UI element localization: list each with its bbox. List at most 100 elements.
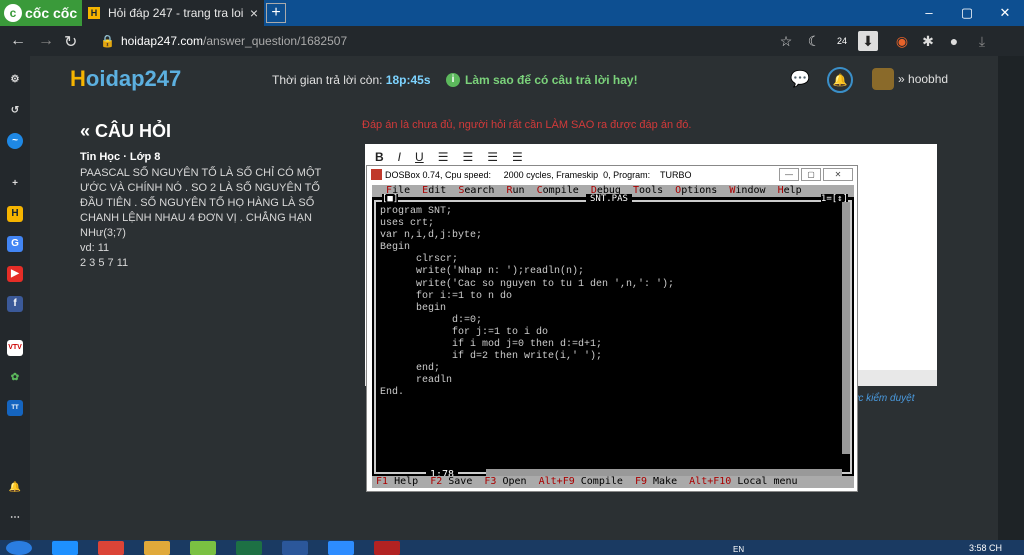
start-button[interactable] (6, 541, 32, 555)
tab-close-icon[interactable]: × (250, 5, 258, 21)
question-heading[interactable]: « CÂU HỎI (80, 121, 171, 142)
code-line[interactable]: clrscr; (380, 254, 840, 266)
language-indicator[interactable]: EN (733, 545, 744, 554)
new-tab-button[interactable]: + (266, 3, 286, 23)
messenger-icon[interactable]: ~ (7, 133, 23, 149)
code-line[interactable]: program SNT; (380, 206, 840, 218)
system-clock[interactable]: 3:58 CH (969, 543, 1002, 553)
back-icon[interactable]: ← (10, 32, 26, 50)
code-line[interactable]: for i:=1 to n do (380, 291, 840, 303)
menu-window[interactable]: Window (729, 185, 765, 196)
facebook-icon[interactable]: f (7, 296, 23, 312)
menu-search[interactable]: Search (458, 185, 494, 196)
code-line[interactable]: readln (380, 375, 840, 387)
browser-tab[interactable]: H Hỏi đáp 247 - trang tra loi × (82, 0, 264, 26)
code-line[interactable]: for j:=1 to i do (380, 327, 840, 339)
youtube-icon[interactable]: ▶ (7, 266, 23, 282)
coccoc-menu-button[interactable]: c cốc cốc (0, 0, 82, 26)
editor-window[interactable]: [■] SNT.PAS 1=[↕] program SNT; uses crt; v… (374, 194, 852, 480)
align-center-button[interactable]: ☰ (462, 150, 473, 166)
coccoc-taskbar-icon[interactable] (190, 541, 216, 555)
status-shortcut[interactable]: Alt+F10 Local menu (689, 476, 797, 487)
extension-icon[interactable]: ◉ (892, 31, 912, 51)
reload-icon[interactable]: ↻ (64, 32, 77, 52)
minimize-icon[interactable]: – (910, 0, 948, 26)
code-line[interactable]: end; (380, 363, 840, 375)
window-close-box[interactable]: [■] (382, 194, 399, 204)
dosbox-titlebar[interactable]: DOSBox 0.74, Cpu speed: 2000 cycles, Fra… (367, 166, 857, 184)
puzzle-icon[interactable]: ✱ (918, 31, 938, 51)
zalo-taskbar-icon[interactable] (328, 541, 354, 555)
code-line[interactable]: write('Cac so nguyen to tu 1 den ',n,': … (380, 279, 840, 291)
code-line[interactable]: d:=0; (380, 315, 840, 327)
review-link[interactable]: ực kiểm duyệt (852, 393, 914, 404)
dosbox-screen[interactable]: File Edit Search Run Compile Debug Tools… (372, 185, 854, 488)
dosbox-close-icon[interactable]: ✕ (823, 168, 853, 181)
download-icon[interactable]: ⬇ (858, 31, 878, 51)
menu-help[interactable]: Help (778, 185, 802, 196)
notification-icon[interactable]: 🔔 (827, 67, 853, 93)
menu-download-icon[interactable]: ⤓ (972, 31, 992, 51)
dosbox-maximize-icon[interactable]: ▢ (801, 168, 821, 181)
code-line[interactable]: uses crt; (380, 218, 840, 230)
dosbox-taskbar-icon[interactable] (374, 541, 400, 555)
dark-mode-icon[interactable]: ☾ (804, 31, 824, 51)
settings-icon[interactable]: ⚙ (7, 72, 23, 88)
chat-icon[interactable]: 💬 (790, 69, 810, 89)
status-shortcut[interactable]: Alt+F9 Compile (539, 476, 635, 487)
bookmark-star-icon[interactable]: ☆ (776, 31, 796, 51)
underline-button[interactable]: U (415, 150, 424, 166)
more-icon[interactable]: ⋯ (7, 510, 23, 526)
site-logo[interactable]: Hoidap247 (70, 66, 181, 92)
status-shortcut[interactable]: F1 Help (376, 476, 430, 487)
menu-tools[interactable]: Tools (633, 185, 663, 196)
code-line[interactable]: if d=2 then write(i,' '); (380, 351, 840, 363)
code-line[interactable]: begin (380, 303, 840, 315)
align-right-button[interactable]: ☰ (487, 150, 498, 166)
excel-taskbar-icon[interactable] (236, 541, 262, 555)
code-line[interactable]: var n,i,d,j:byte; (380, 230, 840, 242)
italic-button[interactable]: I (398, 150, 401, 166)
avatar[interactable] (872, 68, 894, 90)
align-left-button[interactable]: ☰ (438, 150, 449, 166)
menu-options[interactable]: Options (675, 185, 717, 196)
explorer-taskbar-icon[interactable] (144, 541, 170, 555)
chrome-taskbar-icon[interactable] (98, 541, 124, 555)
vtv-icon[interactable]: VTV (7, 340, 23, 356)
menu-run[interactable]: Run (507, 185, 525, 196)
profile-icon[interactable]: ● (944, 31, 964, 51)
close-window-icon[interactable]: ✕ (986, 0, 1024, 26)
source-code[interactable]: program SNT; uses crt; var n,i,d,j:byte; Be… (380, 206, 840, 400)
menu-edit[interactable]: Edit (422, 185, 446, 196)
news-icon[interactable]: TT (7, 400, 23, 416)
status-shortcut[interactable]: F3 Open (484, 476, 538, 487)
notification-bell-icon[interactable]: 🔔 (7, 480, 23, 496)
hoidap-sidebar-icon[interactable]: H (7, 206, 23, 222)
maximize-icon[interactable]: ▢ (948, 0, 986, 26)
forward-icon[interactable]: → (38, 32, 54, 50)
code-line[interactable]: if i mod j=0 then d:=d+1; (380, 339, 840, 351)
menu-compile[interactable]: Compile (537, 185, 579, 196)
page-scrollbar[interactable] (998, 56, 1024, 540)
user-menu[interactable]: » hoobhd (898, 72, 948, 86)
code-line[interactable]: End. (380, 387, 840, 399)
dosbox-window[interactable]: DOSBox 0.74, Cpu speed: 2000 cycles, Fra… (366, 165, 858, 492)
status-shortcut[interactable]: F2 Save (430, 476, 484, 487)
history-icon[interactable]: ↺ (7, 103, 23, 119)
ie-taskbar-icon[interactable] (52, 541, 78, 555)
game-icon[interactable]: ✿ (7, 370, 23, 386)
translate-icon[interactable]: G (7, 236, 23, 252)
address-bar[interactable]: 🔒 hoidap247.com/answer_question/1682507 (92, 30, 752, 52)
question-line: NHư(3;7) (80, 227, 126, 239)
status-shortcut[interactable]: F9 Make (635, 476, 689, 487)
justify-button[interactable]: ☰ (512, 150, 523, 166)
code-line[interactable]: Begin (380, 242, 840, 254)
word-taskbar-icon[interactable] (282, 541, 308, 555)
editor-vscrollbar[interactable] (842, 202, 850, 454)
dosbox-minimize-icon[interactable]: — (779, 168, 799, 181)
code-line[interactable]: write('Nhap n: ');readln(n); (380, 266, 840, 278)
extension-badge[interactable]: 24 (832, 31, 852, 51)
tip-link[interactable]: i Làm sao để có câu trả lời hay! (446, 73, 638, 87)
bold-button[interactable]: B (375, 150, 384, 166)
add-icon[interactable]: + (7, 176, 23, 192)
